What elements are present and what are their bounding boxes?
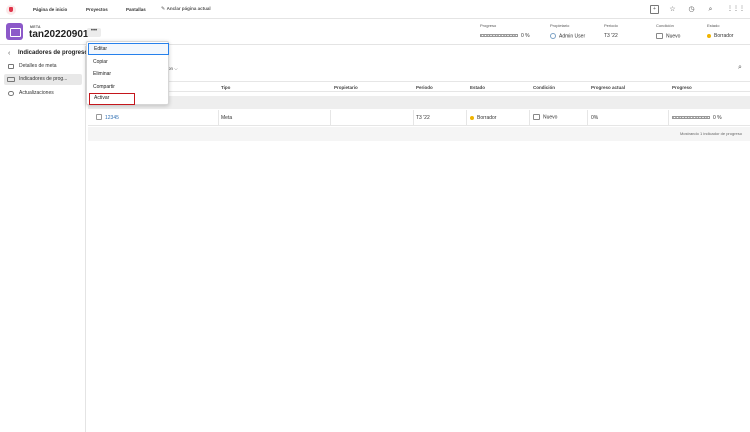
- column-divider: [466, 110, 467, 126]
- sidebar-item-updates[interactable]: Actualizaciones: [4, 88, 82, 99]
- column-divider: [413, 110, 414, 126]
- more-actions-menu: Editar Copiar Eliminar Compartir Activar: [86, 41, 169, 105]
- brand-logo-icon[interactable]: [6, 5, 16, 15]
- table-header: Tipo Propietario Periodo Estado Condició…: [88, 81, 750, 92]
- column-header-progress[interactable]: Progreso: [672, 85, 692, 90]
- updates-icon: [8, 91, 14, 96]
- nav-projects[interactable]: Proyectos: [86, 7, 108, 12]
- column-divider: [668, 110, 669, 126]
- sidebar-item-label: Actualizaciones: [19, 90, 54, 96]
- period-meta-label: Periodo: [604, 23, 618, 28]
- search-icon[interactable]: ⌕: [706, 5, 715, 14]
- status-meta-label: Estado: [707, 23, 720, 28]
- indicator-name-link[interactable]: 12345: [105, 115, 119, 121]
- sidebar-item-label: Detalles de meta: [19, 63, 57, 69]
- period-meta-value: T3 '22: [604, 33, 618, 39]
- column-divider: [587, 110, 588, 126]
- condition-meta-label: Condición: [656, 23, 674, 28]
- progress-bar: [672, 116, 710, 120]
- type-cell: Meta: [221, 115, 233, 121]
- sidebar-item-progress-indicators[interactable]: Indicadores de prog...: [4, 74, 82, 85]
- column-divider: [330, 110, 331, 126]
- new-item-icon[interactable]: +: [650, 5, 659, 14]
- left-navigation: ‹ Indicadores de progreso Detalles de me…: [0, 46, 89, 432]
- condition-icon: [656, 33, 663, 39]
- progress-indicator-icon: [7, 77, 15, 82]
- column-header-type[interactable]: Tipo: [221, 85, 230, 90]
- condition-meta-value[interactable]: Nuevo: [656, 33, 680, 39]
- column-header-status[interactable]: Estado: [470, 85, 485, 90]
- period-cell: T3 '22: [416, 115, 430, 121]
- condition-cell[interactable]: Nuevo: [533, 114, 557, 120]
- owner-meta-label: Propietario: [550, 23, 570, 28]
- more-actions-button[interactable]: •••: [87, 28, 101, 37]
- progress-meta-label: Progreso: [480, 23, 497, 28]
- column-divider: [529, 110, 530, 126]
- column-header-condition[interactable]: Condición: [533, 85, 555, 90]
- table-footer: [88, 127, 750, 141]
- star-icon[interactable]: ☆: [668, 5, 677, 14]
- status-dot-icon: [707, 33, 711, 38]
- document-icon: [8, 64, 14, 69]
- menu-item-activate[interactable]: Activar: [89, 93, 135, 105]
- top-navigation-bar: Página de inicio Proyectos Pantallas ✎ A…: [0, 0, 750, 19]
- nav-dashboards[interactable]: Pantallas: [126, 7, 146, 12]
- sidebar-item-goal-details[interactable]: Detalles de meta: [4, 61, 82, 72]
- current-progress-cell: 0%: [591, 115, 599, 121]
- pin-current-page-link[interactable]: ✎ Anclar página actual: [161, 6, 211, 12]
- goal-icon: [6, 23, 23, 40]
- search-icon[interactable]: ⌕: [738, 64, 746, 72]
- column-divider: [218, 110, 219, 126]
- menu-item-delete[interactable]: Eliminar: [87, 68, 170, 80]
- sidebar-item-label: Indicadores de prog...: [19, 76, 68, 82]
- nav-home[interactable]: Página de inicio: [33, 7, 67, 12]
- status-cell[interactable]: Borrador: [470, 115, 496, 121]
- progress-meta-value: 0 %: [480, 33, 530, 39]
- back-chevron-icon[interactable]: ‹: [8, 50, 10, 57]
- menu-item-share[interactable]: Compartir: [87, 81, 170, 93]
- goal-title: tan20220901: [29, 29, 89, 40]
- menu-item-copy[interactable]: Copiar: [87, 56, 170, 68]
- pin-label: Anclar página actual: [166, 6, 211, 11]
- column-header-owner[interactable]: Propietario: [334, 85, 358, 90]
- avatar: [550, 33, 556, 39]
- table-row[interactable]: 12345 Meta T3 '22 Borrador Nuevo 0% 0 %: [88, 110, 750, 126]
- status-meta-value[interactable]: Borrador: [707, 33, 733, 39]
- condition-icon: [533, 114, 540, 120]
- recent-icon[interactable]: ◷: [687, 5, 696, 14]
- progress-bar: [480, 34, 518, 38]
- row-checkbox[interactable]: [96, 114, 102, 120]
- progress-cell: 0 %: [672, 115, 722, 121]
- pin-icon: ✎: [161, 6, 166, 12]
- owner-meta-value[interactable]: Admin User: [550, 33, 585, 39]
- apps-grid-icon[interactable]: ⋮⋮⋮: [727, 5, 745, 14]
- column-header-period[interactable]: Periodo: [416, 85, 433, 90]
- left-nav-title: Indicadores de progreso: [18, 50, 89, 56]
- menu-item-edit[interactable]: Editar: [88, 43, 169, 55]
- column-header-current-progress[interactable]: Progreso actual: [591, 85, 625, 90]
- group-header-row: [88, 96, 750, 109]
- status-dot-icon: [470, 115, 474, 120]
- results-count: Mostrando 1 indicador de progreso: [679, 131, 742, 136]
